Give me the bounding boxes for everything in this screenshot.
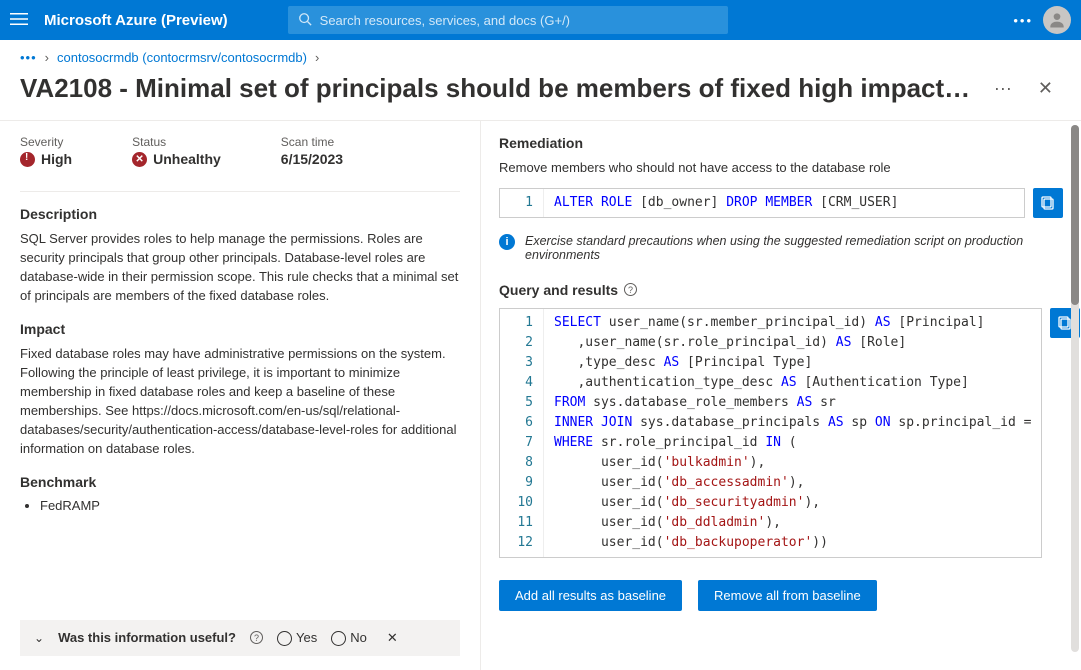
benchmark-item: FedRAMP	[40, 498, 460, 513]
chevron-right-icon: ›	[45, 50, 49, 65]
remediation-subtext: Remove members who should not have acces…	[499, 159, 1063, 178]
divider	[20, 191, 460, 192]
remediation-warning: i Exercise standard precautions when usi…	[499, 234, 1063, 262]
add-baseline-button[interactable]: Add all results as baseline	[499, 580, 682, 611]
query-gutter: 123 456 789 101112	[500, 309, 544, 557]
remove-baseline-button[interactable]: Remove all from baseline	[698, 580, 877, 611]
feedback-yes[interactable]: Yes	[277, 630, 317, 646]
remediation-code-row: 1 ALTER ROLE [db_owner] DROP MEMBER [CRM…	[499, 188, 1063, 226]
severity-stat: Severity High	[20, 135, 72, 167]
copy-button[interactable]	[1033, 188, 1063, 218]
feedback-no[interactable]: No	[331, 630, 367, 646]
avatar[interactable]	[1043, 6, 1071, 34]
severity-value: High	[41, 151, 72, 167]
help-icon[interactable]: ?	[250, 631, 263, 644]
page-title: VA2108 - Minimal set of principals shoul…	[20, 73, 976, 104]
query-code-body: SELECT user_name(sr.member_principal_id)…	[544, 309, 1041, 557]
remediation-code-line: ALTER ROLE [db_owner] DROP MEMBER [CRM_U…	[544, 189, 1024, 217]
benchmark-header: Benchmark	[20, 474, 460, 490]
remediation-code: 1 ALTER ROLE [db_owner] DROP MEMBER [CRM…	[499, 188, 1025, 218]
main-content: Severity High Status ✕ Unhealthy Scan ti…	[0, 120, 1081, 670]
query-code: 123 456 789 101112 SELECT user_name(sr.m…	[499, 308, 1042, 558]
stats-row: Severity High Status ✕ Unhealthy Scan ti…	[20, 135, 460, 167]
page-more-icon[interactable]: ···	[988, 74, 1018, 103]
help-icon[interactable]: ?	[624, 283, 637, 296]
remediation-warning-text: Exercise standard precautions when using…	[525, 234, 1063, 262]
line-number: 1	[508, 193, 533, 213]
breadcrumb-overflow-icon[interactable]: •••	[20, 50, 37, 65]
status-value: Unhealthy	[153, 151, 221, 167]
feedback-bar: ⌄ Was this information useful? ? Yes No …	[20, 620, 460, 656]
feedback-question: Was this information useful?	[58, 630, 236, 645]
scantime-stat: Scan time 6/15/2023	[281, 135, 343, 167]
status-stat: Status ✕ Unhealthy	[132, 135, 221, 167]
chevron-right-icon: ›	[315, 50, 319, 65]
hamburger-icon[interactable]	[10, 10, 34, 31]
scantime-value: 6/15/2023	[281, 151, 343, 167]
breadcrumb: ••• › contosocrmdb (contocrmsrv/contosoc…	[0, 40, 1081, 71]
scrollbar-thumb[interactable]	[1071, 125, 1079, 305]
scantime-label: Scan time	[281, 135, 343, 149]
impact-text: Fixed database roles may have administra…	[20, 345, 460, 458]
remediation-header: Remediation	[499, 135, 1063, 151]
status-unhealthy-icon: ✕	[132, 152, 147, 167]
search-input[interactable]	[320, 13, 718, 28]
close-icon[interactable]: ✕	[1030, 74, 1061, 103]
chevron-down-icon[interactable]: ⌄	[34, 631, 44, 645]
breadcrumb-link[interactable]: contosocrmdb (contocrmsrv/contosocrmdb)	[57, 50, 307, 65]
right-panel: Remediation Remove members who should no…	[480, 121, 1081, 670]
severity-high-icon	[20, 152, 35, 167]
severity-label: Severity	[20, 135, 72, 149]
page-header: VA2108 - Minimal set of principals shoul…	[0, 71, 1081, 120]
baseline-buttons: Add all results as baseline Remove all f…	[499, 580, 1063, 611]
global-search[interactable]	[288, 6, 728, 34]
azure-topbar: Microsoft Azure (Preview) •••	[0, 0, 1081, 40]
brand-label: Microsoft Azure (Preview)	[44, 12, 228, 29]
status-label: Status	[132, 135, 221, 149]
description-text: SQL Server provides roles to help manage…	[20, 230, 460, 305]
description-header: Description	[20, 206, 460, 222]
query-code-row: 123 456 789 101112 SELECT user_name(sr.m…	[499, 308, 1063, 566]
impact-header: Impact	[20, 321, 460, 337]
info-icon: i	[499, 234, 515, 250]
feedback-close-icon[interactable]: ✕	[387, 630, 398, 646]
query-header: Query and results	[499, 282, 618, 298]
left-panel: Severity High Status ✕ Unhealthy Scan ti…	[0, 121, 480, 670]
topbar-more-icon[interactable]: •••	[1013, 13, 1033, 28]
benchmark-list: FedRAMP	[20, 498, 460, 513]
search-icon	[298, 12, 312, 29]
